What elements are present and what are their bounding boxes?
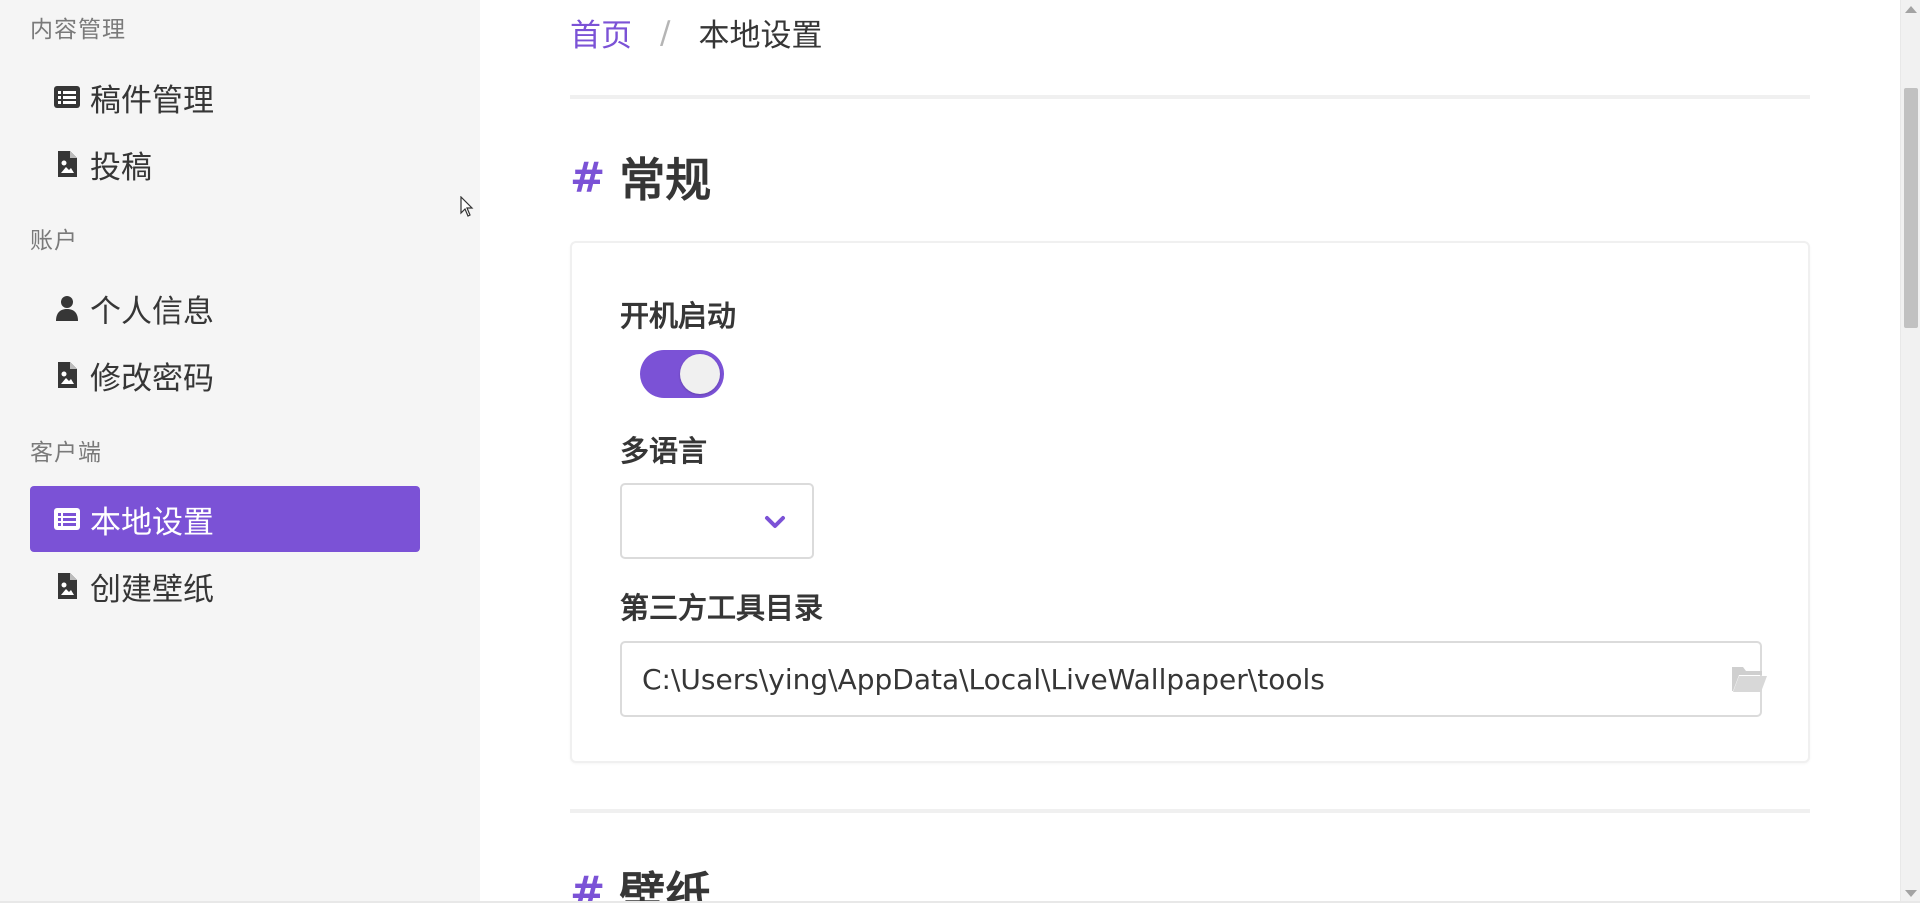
- scroll-up-arrow-icon[interactable]: [1905, 6, 1917, 13]
- divider: [570, 809, 1810, 813]
- breadcrumb-separator: /: [660, 14, 671, 51]
- language-select[interactable]: [620, 483, 814, 559]
- mouse-cursor-icon: [460, 196, 474, 217]
- vertical-scrollbar[interactable]: [1900, 0, 1920, 903]
- menu-label-account: 账户: [30, 228, 78, 254]
- divider: [570, 95, 1810, 99]
- autostart-label: 开机启动: [620, 299, 737, 333]
- autostart-toggle[interactable]: [640, 350, 724, 398]
- sidebar-item-profile[interactable]: 个人信息: [30, 275, 420, 341]
- sidebar-item-change-password[interactable]: 修改密码: [30, 342, 420, 408]
- section-title-text: 常规: [619, 153, 712, 207]
- list-icon: [52, 504, 82, 534]
- breadcrumb: 首页 / 本地设置: [570, 10, 822, 55]
- file-image-icon: [52, 149, 82, 179]
- section-title-general: # 常规: [570, 144, 711, 210]
- folder-open-icon[interactable]: [1730, 663, 1768, 695]
- scroll-thumb[interactable]: [1904, 88, 1918, 328]
- sidebar-item-label: 投稿: [90, 149, 152, 186]
- breadcrumb-home-link[interactable]: 首页: [570, 10, 632, 55]
- general-settings-box: 开机启动 多语言 第三方工具目录: [570, 241, 1810, 763]
- section-title-wallpaper: # 壁纸: [570, 858, 711, 903]
- tools-dir-label: 第三方工具目录: [620, 591, 824, 625]
- sidebar-item-submit[interactable]: 投稿: [30, 131, 420, 197]
- tools-dir-input[interactable]: [620, 641, 1762, 717]
- sidebar: 内容管理 稿件管理 投稿 账户 个人信息 修改密码 客户端 本地设置 创建壁纸: [0, 0, 480, 903]
- sidebar-item-label: 本地设置: [90, 504, 214, 541]
- section-hash: #: [570, 866, 606, 903]
- language-label: 多语言: [620, 434, 708, 468]
- breadcrumb-current: 本地设置: [698, 18, 823, 54]
- menu-label-content: 内容管理: [30, 17, 126, 43]
- main-content: 首页 / 本地设置 # 常规 开机启动 多语言 第三方工具目录 # 壁纸: [480, 0, 1900, 903]
- sidebar-item-create-wallpaper[interactable]: 创建壁纸: [30, 553, 420, 619]
- menu-label-client: 客户端: [30, 440, 102, 466]
- sidebar-item-local-settings[interactable]: 本地设置: [30, 486, 420, 552]
- chevron-down-icon: [765, 516, 785, 528]
- section-title-text: 壁纸: [619, 867, 712, 903]
- file-image-icon: [52, 571, 82, 601]
- sidebar-item-label: 稿件管理: [90, 82, 214, 119]
- section-hash: #: [570, 152, 606, 202]
- scroll-down-arrow-icon[interactable]: [1905, 890, 1917, 897]
- list-icon: [52, 82, 82, 112]
- sidebar-item-label: 个人信息: [90, 293, 214, 330]
- file-image-icon: [52, 360, 82, 390]
- sidebar-item-label: 创建壁纸: [90, 571, 214, 608]
- sidebar-item-manuscripts[interactable]: 稿件管理: [30, 64, 420, 130]
- user-icon: [52, 293, 82, 323]
- sidebar-item-label: 修改密码: [90, 360, 214, 397]
- toggle-knob: [680, 354, 720, 394]
